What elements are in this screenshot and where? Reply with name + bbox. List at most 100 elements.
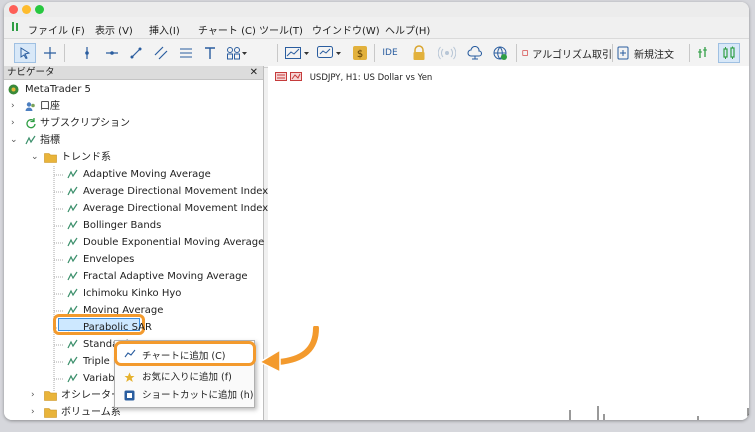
navigator-title: ナビゲータ (7, 67, 55, 78)
ctx-add-favorites[interactable]: お気に入りに追加 (f) (115, 369, 254, 387)
tree-subscriptions-label: サブスクリプション (40, 118, 130, 129)
tree-accounts[interactable]: › 口座 (4, 98, 259, 115)
folder-icon (44, 153, 57, 163)
depth-of-market-button[interactable] (694, 43, 714, 63)
menu-chart[interactable]: チャート (C) (198, 22, 256, 37)
menu-file[interactable]: ファイル (F) (28, 22, 85, 37)
tree-subscriptions[interactable]: › サブスクリプション (4, 115, 259, 132)
chart-window[interactable]: USDJPY, H1: US Dollar vs Yen (268, 66, 749, 420)
indicator-icon (25, 135, 36, 145)
menu-view[interactable]: 表示 (V) (95, 22, 133, 37)
tree-indicator-item[interactable]: Adaptive Moving Average (4, 166, 259, 183)
tree-indicator-item[interactable]: Parabolic SAR (4, 319, 259, 336)
lock-button[interactable] (409, 43, 429, 63)
close-window-button[interactable] (9, 5, 18, 14)
menu-help[interactable]: ヘルプ(H) (385, 22, 430, 37)
menu-bar: ファイル (F) 表示 (V) 挿入(I) チャート (C) ツール(T) ウイ… (4, 19, 749, 37)
template-icon (317, 46, 341, 58)
ctx-add-to-chart-label: チャートに追加 (C) (142, 351, 226, 362)
tree-indicator-item[interactable]: Bollinger Bands (4, 217, 259, 234)
trendline-button[interactable] (126, 43, 146, 63)
tree-indicator-item[interactable]: Average Directional Movement Index Wi (4, 200, 284, 217)
indicator-icon (67, 373, 78, 383)
tree-indicator-item[interactable]: Envelopes (4, 251, 259, 268)
chart-line-icon (124, 349, 136, 358)
tree-indicator-label: Double Exponential Moving Average (83, 237, 265, 248)
ctx-add-shortcut[interactable]: ショートカットに追加 (h) (115, 387, 254, 405)
equidistant-channel-button[interactable] (151, 43, 171, 63)
navigator-header: ナビゲータ ✕ (4, 66, 263, 80)
cloud-icon (467, 46, 483, 60)
chevron-right-icon[interactable]: › (31, 404, 35, 420)
indicator-icon (67, 186, 78, 196)
chevron-down-icon[interactable]: ⌄ (31, 149, 39, 166)
crosshair-icon (44, 47, 56, 59)
indicator-icon (67, 356, 78, 366)
fibonacci-icon (180, 48, 192, 58)
shapes-icon (227, 47, 247, 60)
one-click-trading-button[interactable] (718, 43, 740, 63)
templates-dropdown[interactable] (316, 43, 344, 63)
price-candles (569, 406, 749, 420)
tree-indicator-item[interactable]: Double Exponential Moving Average (4, 234, 264, 251)
chevron-down-icon[interactable]: ⌄ (10, 132, 18, 149)
zoom-window-button[interactable] (35, 5, 44, 14)
algo-trading-label: アルゴリズム取引 (532, 49, 612, 61)
indicator-icon (67, 203, 78, 213)
indicator-icon (67, 169, 78, 179)
minimize-window-button[interactable] (22, 5, 31, 14)
crosshair-button[interactable] (40, 43, 60, 63)
tree-indicator-label: Adaptive Moving Average (83, 169, 211, 180)
title-bar (4, 2, 749, 17)
tree-indicator-label: Parabolic SAR (83, 322, 152, 333)
ctx-add-to-chart[interactable]: チャートに追加 (C) (114, 341, 256, 366)
tree-indicator-item[interactable]: Fractal Adaptive Moving Average (4, 268, 259, 285)
vps-button[interactable] (464, 43, 486, 63)
market-button[interactable] (489, 43, 511, 63)
tree-trend-folder[interactable]: ⌄ トレンド系 (4, 149, 259, 166)
tree-volume-label: ボリューム系 (61, 407, 121, 418)
fibonacci-button[interactable] (176, 43, 196, 63)
new-order-icon (617, 46, 629, 60)
line-chart-icon (285, 47, 309, 59)
text-tool-button[interactable] (200, 43, 220, 63)
signal-button[interactable] (436, 43, 458, 63)
menu-tools[interactable]: ツール(T) (259, 22, 303, 37)
new-order-button[interactable]: 新規注文 (617, 43, 685, 63)
horizontal-line-button[interactable] (102, 43, 122, 63)
vertical-line-button[interactable] (77, 43, 97, 63)
tree-indicator-label: Average Directional Movement Index Wi (83, 203, 284, 214)
cursor-tool-button[interactable] (14, 43, 36, 63)
tree-indicator-label: Fractal Adaptive Moving Average (83, 271, 248, 282)
tree-indicator-item[interactable]: Ichimoku Kinko Hyo (4, 285, 259, 302)
tree-indicator-item[interactable]: Average Directional Movement Index (4, 183, 268, 200)
candles-icon (723, 46, 735, 59)
chevron-right-icon[interactable]: › (11, 115, 15, 132)
tree-indicators[interactable]: ⌄ 指標 (4, 132, 259, 149)
text-icon (205, 47, 215, 59)
metatrader-icon (8, 84, 19, 95)
tree-indicator-label: Average Directional Movement Index (83, 186, 269, 197)
ctx-add-shortcut-label: ショートカットに追加 (h) (142, 390, 254, 401)
channel-icon (154, 46, 168, 60)
tree-accounts-label: 口座 (40, 101, 60, 112)
pointer-arrow-icon (259, 326, 320, 373)
chart-type-dropdown[interactable] (284, 43, 312, 63)
chevron-right-icon[interactable]: › (11, 98, 15, 115)
accounts-icon (25, 102, 35, 111)
menu-insert[interactable]: 挿入(I) (149, 22, 180, 37)
tree-trend-folder-label: トレンド系 (61, 152, 111, 163)
lock-icon (413, 45, 425, 60)
dollar-button[interactable]: $ (350, 43, 370, 63)
new-order-label: 新規注文 (634, 49, 674, 61)
signal-icon (438, 46, 456, 60)
chevron-right-icon[interactable]: › (31, 387, 35, 404)
menu-window[interactable]: ウインドウ(W) (312, 22, 380, 37)
navigator-close-button[interactable]: ✕ (250, 66, 258, 79)
tree-indicator-label: Envelopes (83, 254, 135, 265)
tree-root[interactable]: MetaTrader 5 (4, 81, 259, 98)
ide-button[interactable]: IDE (380, 43, 400, 63)
algo-trading-button[interactable]: アルゴリズム取引 (522, 43, 612, 63)
shapes-dropdown-button[interactable] (224, 43, 250, 63)
cursor-icon (20, 47, 31, 59)
